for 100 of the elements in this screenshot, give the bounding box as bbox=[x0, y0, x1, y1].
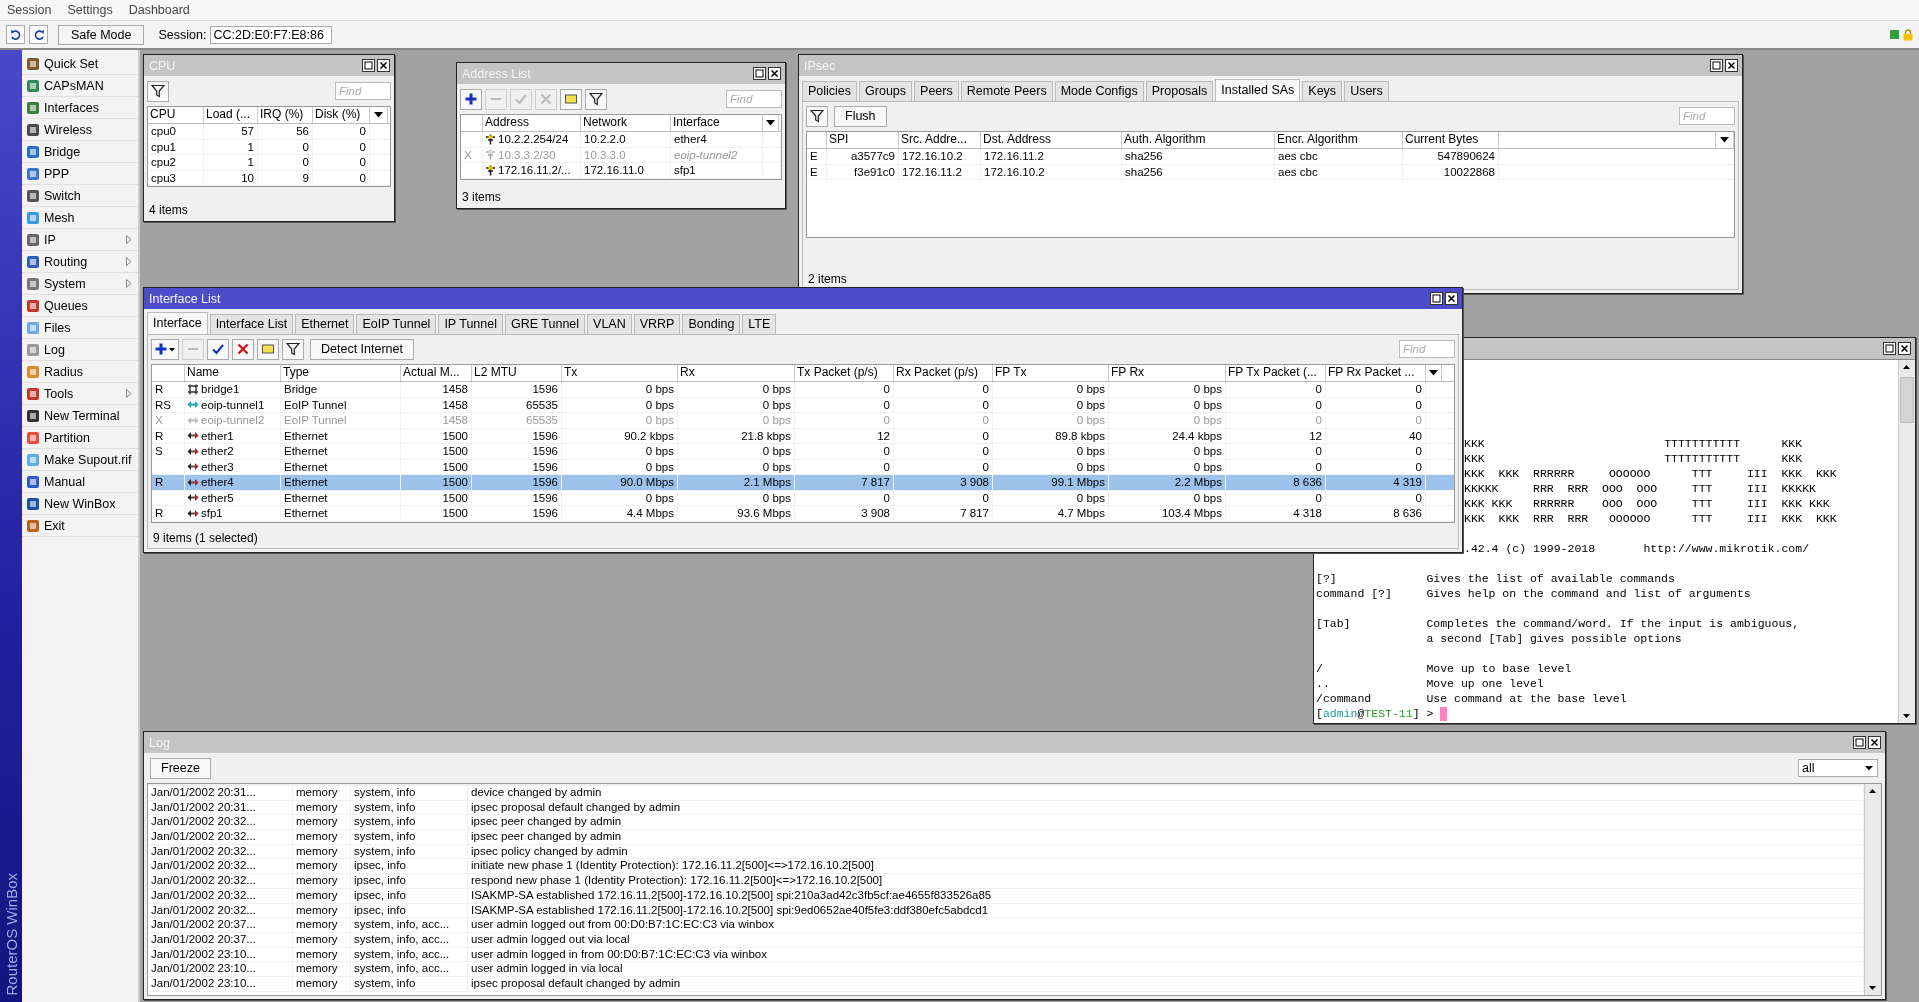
column-header[interactable]: Interface bbox=[671, 115, 763, 131]
sidebar-item[interactable]: System bbox=[22, 273, 138, 295]
table-cell: 547890624 bbox=[1403, 149, 1499, 164]
tab[interactable]: Groups bbox=[859, 81, 913, 101]
tab[interactable]: Bonding bbox=[682, 314, 741, 334]
find-field[interactable]: Find bbox=[1399, 340, 1455, 358]
tab[interactable]: GRE Tunnel bbox=[504, 314, 586, 334]
tab[interactable]: VRRP bbox=[633, 314, 681, 334]
menu-item[interactable]: Session bbox=[7, 3, 52, 17]
sidebar-item[interactable]: Interfaces bbox=[22, 97, 138, 119]
sidebar-item[interactable]: IP bbox=[22, 229, 138, 251]
filter-dropdown[interactable]: all bbox=[1798, 759, 1878, 777]
column-header[interactable]: CPU bbox=[148, 107, 204, 123]
column-header[interactable]: Tx Packet (p/s) bbox=[795, 365, 894, 381]
column-header[interactable]: Load (... bbox=[204, 107, 258, 123]
menu-item[interactable]: Settings bbox=[67, 3, 113, 17]
column-header[interactable]: SPI bbox=[827, 132, 899, 148]
column-header[interactable]: FP Rx Packet ... bbox=[1326, 365, 1426, 381]
sidebar-item[interactable]: Quick Set bbox=[22, 53, 138, 75]
table-cell: aes cbc bbox=[1275, 149, 1403, 164]
sidebar-item[interactable]: CAPsMAN bbox=[22, 75, 138, 97]
column-header[interactable]: Encr. Algorithm bbox=[1275, 132, 1403, 148]
sidebar-item[interactable]: Partition bbox=[22, 427, 138, 449]
flush-button[interactable]: Flush bbox=[834, 105, 887, 127]
session-field[interactable]: CC:2D:E0:F7:E8:86 bbox=[210, 25, 333, 44]
column-header[interactable]: Rx bbox=[678, 365, 795, 381]
sidebar-item[interactable]: Switch bbox=[22, 185, 138, 207]
column-header[interactable]: Type bbox=[281, 365, 401, 381]
menu-item[interactable]: Dashboard bbox=[128, 3, 190, 17]
sidebar-item[interactable]: Bridge bbox=[22, 141, 138, 163]
column-header[interactable]: Current Bytes bbox=[1403, 132, 1499, 148]
table-cell: 172.16.11.2 bbox=[981, 149, 1122, 164]
safe-mode-button[interactable]: Safe Mode bbox=[58, 24, 145, 45]
table-cell: cpu1 bbox=[148, 139, 204, 154]
tab[interactable]: Keys bbox=[1302, 81, 1343, 101]
tab[interactable]: IP Tunnel bbox=[438, 314, 503, 334]
status-text: 2 items bbox=[807, 271, 848, 287]
table-cell: 0 bps bbox=[562, 444, 678, 459]
column-header[interactable]: Auth. Algorithm bbox=[1122, 132, 1275, 148]
column-header[interactable]: IRQ (%) bbox=[258, 107, 313, 123]
tab[interactable]: Users bbox=[1344, 81, 1389, 101]
tab[interactable]: VLAN bbox=[587, 314, 632, 334]
sidebar-item[interactable]: Routing bbox=[22, 251, 138, 273]
tab[interactable]: LTE bbox=[742, 314, 777, 334]
flag-text: X bbox=[464, 148, 472, 161]
find-field[interactable]: Find bbox=[726, 90, 782, 108]
column-header[interactable]: Name bbox=[185, 365, 281, 381]
table-cell: 1596 bbox=[472, 459, 562, 474]
table-row[interactable]: R ether4 Ethernet 1500 1596 90.0 Mbps 2.1 Mbps 7 817 3 908 99.1 Mbps 2.2 Mbps 8 636 4 319 bbox=[152, 475, 1454, 491]
table-cell: eoip-tunnel1 bbox=[201, 397, 265, 412]
tab[interactable]: Mode Configs bbox=[1054, 81, 1144, 101]
sidebar-item[interactable]: Exit bbox=[22, 515, 138, 537]
tab[interactable]: Remote Peers bbox=[960, 81, 1053, 101]
column-header[interactable]: Tx bbox=[562, 365, 678, 381]
table-row[interactable]: RS eoip-tunnel1 EoIP Tunnel 1458 65535 0 bps 0 bps 0 0 0 bps 0 bps 0 0 bbox=[152, 397, 1454, 413]
table-cell: 65535 bbox=[472, 397, 562, 412]
column-header[interactable]: Network bbox=[581, 115, 671, 131]
tab[interactable]: Proposals bbox=[1145, 81, 1214, 101]
tab[interactable]: Ethernet bbox=[295, 314, 355, 334]
column-header[interactable]: Disk (%) bbox=[313, 107, 370, 123]
column-header[interactable]: Actual M... bbox=[401, 365, 472, 381]
detect-internet-button[interactable]: Detect Internet bbox=[310, 338, 414, 360]
column-header[interactable]: FP Rx bbox=[1109, 365, 1226, 381]
table-cell: ipsec, info bbox=[351, 903, 468, 918]
tab[interactable]: Policies bbox=[802, 81, 858, 101]
sidebar-item[interactable]: Tools bbox=[22, 383, 138, 405]
table-row[interactable]: R bridge1 Bridge 1458 1596 0 bps 0 bps 0 0 0 bps 0 bps 0 0 bbox=[152, 382, 1454, 398]
sidebar-item[interactable]: Wireless bbox=[22, 119, 138, 141]
tab[interactable]: Interface List bbox=[209, 314, 294, 334]
table-cell: 1500 bbox=[401, 459, 472, 474]
column-header[interactable]: L2 MTU bbox=[472, 365, 562, 381]
column-header[interactable]: FP Tx bbox=[993, 365, 1109, 381]
sidebar-item[interactable]: Queues bbox=[22, 295, 138, 317]
sidebar-item[interactable]: PPP bbox=[22, 163, 138, 185]
freeze-button[interactable]: Freeze bbox=[150, 757, 211, 779]
table-row[interactable]: ether5 Ethernet 1500 1596 0 bps 0 bps 0 0 0 bps 0 bps 0 0 bbox=[152, 490, 1454, 506]
table-row[interactable]: R sfp1 Ethernet 1500 1596 4.4 Mbps 93.6 Mbps 3 908 7 817 4.7 Mbps 103.4 Mbps 4 318 8 636 bbox=[152, 506, 1454, 522]
sidebar-item[interactable]: Manual bbox=[22, 471, 138, 493]
sidebar-item[interactable]: Make Supout.rif bbox=[22, 449, 138, 471]
column-header[interactable]: FP Tx Packet (... bbox=[1226, 365, 1326, 381]
tab[interactable]: Peers bbox=[914, 81, 959, 101]
column-header[interactable]: Src. Addre... bbox=[899, 132, 981, 148]
tab[interactable]: Interface bbox=[147, 312, 208, 334]
sidebar-item[interactable]: Log bbox=[22, 339, 138, 361]
table-row[interactable]: R ether1 Ethernet 1500 1596 90.2 kbps 21.8 kbps 12 0 89.8 kbps 24.4 kbps 12 40 bbox=[152, 428, 1454, 444]
column-header[interactable]: Dst. Address bbox=[981, 132, 1122, 148]
sidebar-item[interactable]: New Terminal bbox=[22, 405, 138, 427]
tab[interactable]: EoIP Tunnel bbox=[356, 314, 437, 334]
find-field[interactable]: Find bbox=[335, 82, 391, 100]
sidebar-item[interactable]: New WinBox bbox=[22, 493, 138, 515]
sidebar-item[interactable]: Files bbox=[22, 317, 138, 339]
help-line: .. Move up one level bbox=[1316, 676, 1545, 691]
sidebar-item[interactable]: Mesh bbox=[22, 207, 138, 229]
tab[interactable]: Installed SAs bbox=[1215, 79, 1301, 101]
table-cell: 0 bps bbox=[993, 444, 1109, 459]
sidebar-item[interactable]: Radius bbox=[22, 361, 138, 383]
column-header[interactable]: Address bbox=[483, 115, 581, 131]
find-field[interactable]: Find bbox=[1679, 107, 1735, 125]
column-header[interactable]: Rx Packet (p/s) bbox=[894, 365, 993, 381]
table-row[interactable]: S ether2 Ethernet 1500 1596 0 bps 0 bps 0 0 0 bps 0 bps 0 0 bbox=[152, 444, 1454, 460]
